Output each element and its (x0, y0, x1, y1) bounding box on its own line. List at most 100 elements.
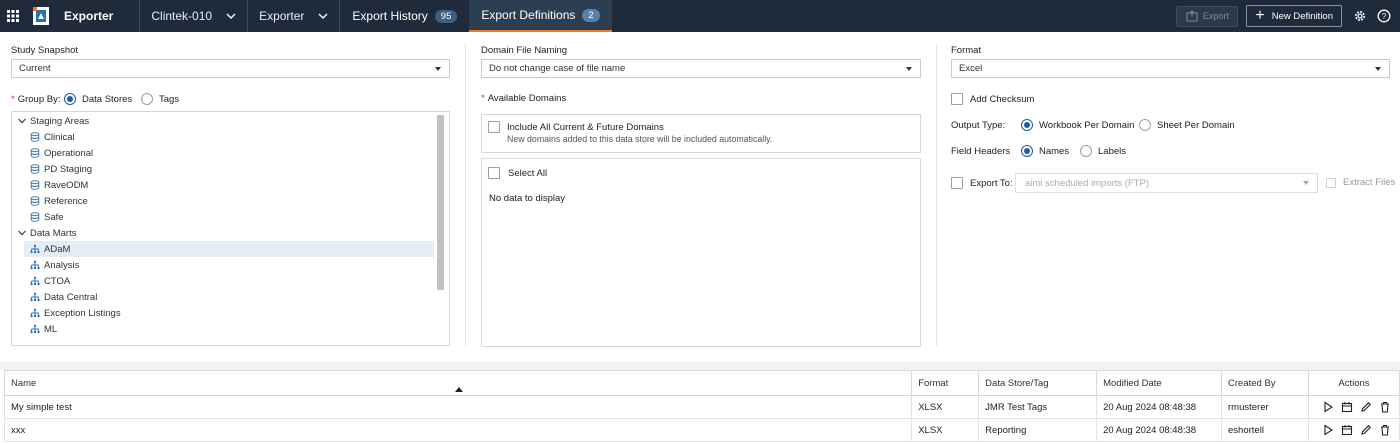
cell-data-store: JMR Test Tags (978, 395, 1098, 419)
domain-file-naming-value: Do not change case of file name (489, 63, 626, 74)
group-by-text: Group By: (17, 94, 61, 105)
edit-icon[interactable] (1360, 424, 1372, 436)
tree-item-operational[interactable]: Operational (30, 145, 93, 161)
table-row[interactable]: My simple test XLSX JMR Test Tags 20 Aug… (3, 395, 1400, 419)
app-logo-icon (33, 7, 49, 25)
app-grid-icon[interactable] (0, 0, 26, 32)
select-all-checkbox[interactable]: Select All (488, 167, 547, 179)
tab-export-history[interactable]: Export History 95 (340, 0, 469, 32)
extract-files-checkbox[interactable]: Extract Files (1326, 177, 1395, 188)
gear-icon[interactable] (1348, 0, 1372, 32)
caret-down-icon (1375, 67, 1381, 71)
tab-label: Export Definitions (481, 8, 576, 22)
column-header-label: Actions (1338, 377, 1370, 389)
tree-group-label: Data Marts (30, 227, 77, 239)
format-select[interactable]: Excel (951, 59, 1390, 78)
tree-item-adam[interactable]: ADaM (24, 241, 434, 257)
tree-item-clinical[interactable]: Clinical (30, 129, 75, 145)
tree-item-analysis[interactable]: Analysis (30, 257, 79, 273)
help-icon[interactable]: ? (1372, 0, 1396, 32)
study-snapshot-select[interactable]: Current (11, 59, 450, 78)
checkbox-label: Add Checksum (970, 93, 1035, 105)
caret-down-icon (1303, 181, 1309, 185)
study-snapshot-label: Study Snapshot (11, 45, 79, 56)
include-all-checkbox[interactable]: Include All Current & Future Domains (488, 121, 664, 133)
study-selector[interactable]: Clintek-010 (140, 0, 247, 32)
tree-group-staging-areas[interactable]: Staging Areas (17, 113, 89, 129)
column-header-format[interactable]: Format (911, 370, 980, 396)
tree-item-data-central[interactable]: Data Central (30, 289, 97, 305)
tree-item-label: Clinical (44, 131, 75, 143)
tree-item-raveodm[interactable]: RaveODM (30, 177, 88, 193)
tree-item-exception-listings[interactable]: Exception Listings (30, 305, 121, 321)
checkbox (488, 167, 500, 179)
radio-label: Sheet Per Domain (1157, 119, 1235, 131)
hierarchy-icon (30, 276, 40, 285)
play-icon[interactable] (1322, 401, 1334, 413)
column-header-label: Modified Date (1103, 377, 1162, 389)
table-row[interactable]: xxx XLSX Reporting 20 Aug 2024 08:48:38 … (3, 418, 1400, 442)
add-checksum-checkbox[interactable]: Add Checksum (951, 93, 1034, 105)
radio-names[interactable]: Names (1021, 145, 1069, 157)
cell-modified-date: 20 Aug 2024 08:48:38 (1096, 418, 1223, 442)
tree-item-safe[interactable]: Safe (30, 209, 64, 225)
calendar-icon[interactable] (1341, 424, 1353, 436)
radio-label: Names (1039, 145, 1070, 157)
radio-workbook-per-domain[interactable]: Workbook Per Domain (1021, 119, 1134, 131)
caret-down-icon (906, 67, 912, 71)
domain-file-naming-select[interactable]: Do not change case of file name (481, 59, 921, 78)
checkbox (488, 121, 500, 133)
calendar-icon[interactable] (1341, 401, 1353, 413)
tab-export-definitions[interactable]: Export Definitions 2 (469, 0, 612, 32)
tree-item-label: Analysis (44, 259, 80, 271)
chevron-down-icon (318, 13, 328, 19)
column-header-name[interactable]: Name (3, 370, 913, 396)
count-badge: 2 (582, 8, 600, 22)
export-button-label: Export (1202, 11, 1229, 21)
tree-item-pd-staging[interactable]: PD Staging (30, 161, 92, 177)
format-value: Excel (959, 63, 983, 74)
hierarchy-icon (30, 324, 40, 333)
available-domains-text: Available Domains (487, 93, 567, 104)
column-header-created-by[interactable]: Created By (1221, 370, 1309, 396)
tree-item-reference[interactable]: Reference (30, 193, 88, 209)
column-header-label: Name (11, 377, 37, 389)
column-header-data-store[interactable]: Data Store/Tag (978, 370, 1098, 396)
export-to-select[interactable]: aimi scheduled imports (FTP) (1015, 173, 1318, 193)
database-icon (30, 132, 40, 142)
column-header-modified-date[interactable]: Modified Date (1096, 370, 1223, 396)
trash-icon[interactable] (1379, 401, 1391, 413)
new-definition-button[interactable]: + New Definition (1246, 5, 1342, 27)
database-icon (30, 196, 40, 206)
checkbox-label: Select All (508, 167, 548, 179)
tree-item-ctoa[interactable]: CTOA (30, 273, 70, 289)
tree-item-label: ML (44, 323, 58, 335)
checkbox-label: Include All Current & Future Domains (507, 121, 664, 133)
column-divider (465, 44, 466, 346)
tree-item-ml[interactable]: ML (30, 321, 57, 337)
radio-labels[interactable]: Labels (1080, 145, 1126, 157)
module-selector[interactable]: Exporter (248, 0, 339, 32)
database-icon (30, 164, 40, 174)
play-icon[interactable] (1322, 424, 1334, 436)
chevron-down-icon (18, 118, 26, 124)
tree-scrollbar[interactable] (437, 115, 444, 290)
radio-label: Labels (1098, 145, 1126, 157)
edit-icon[interactable] (1360, 401, 1372, 413)
section-divider (0, 362, 1400, 370)
checkbox (951, 93, 963, 105)
tree-group-label: Staging Areas (30, 115, 90, 127)
export-to-checkbox[interactable]: Export To: (951, 177, 1013, 189)
column-header-label: Created By (1228, 377, 1276, 389)
chevron-down-icon (18, 230, 26, 236)
radio-data-stores[interactable]: Data Stores (64, 93, 132, 105)
tree-group-data-marts[interactable]: Data Marts (17, 225, 76, 241)
tree-item-label: Reference (44, 195, 88, 207)
database-icon (30, 212, 40, 222)
export-button[interactable]: Export (1176, 5, 1239, 27)
radio-sheet-per-domain[interactable]: Sheet Per Domain (1139, 119, 1235, 131)
radio-tags[interactable]: Tags (141, 93, 179, 105)
cell-data-store: Reporting (978, 418, 1098, 442)
trash-icon[interactable] (1379, 424, 1391, 436)
top-navigation-bar: Exporter Clintek-010 Exporter Export His… (0, 0, 1400, 32)
